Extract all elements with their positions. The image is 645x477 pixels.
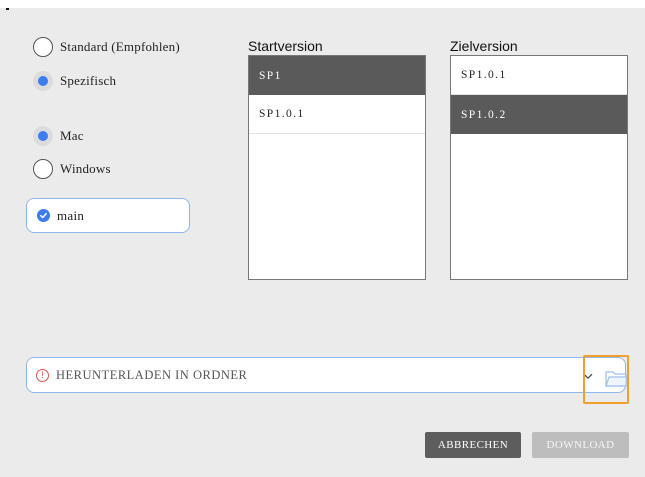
target-version-item[interactable]: SP1.0.1 bbox=[451, 56, 627, 95]
window-top-bar bbox=[0, 0, 645, 8]
radio-mac[interactable]: Mac bbox=[33, 126, 84, 146]
download-button[interactable]: DOWNLOAD bbox=[532, 432, 629, 458]
radio-indicator bbox=[33, 37, 53, 57]
radio-standard-label: Standard (Empfohlen) bbox=[60, 39, 180, 54]
exclamation-circle-icon: ! bbox=[36, 369, 49, 382]
radio-standard[interactable]: Standard (Empfohlen) bbox=[33, 37, 180, 57]
radio-mac-label: Mac bbox=[60, 128, 84, 143]
radio-specific[interactable]: Spezifisch bbox=[33, 71, 116, 91]
checkmark-icon bbox=[37, 209, 50, 222]
cancel-button[interactable]: ABBRECHEN bbox=[425, 432, 521, 458]
start-version-item[interactable]: SP1.0.1 bbox=[249, 95, 425, 134]
radio-windows[interactable]: Windows bbox=[33, 159, 111, 179]
start-version-title: Startversion bbox=[248, 38, 323, 54]
branch-checkbox[interactable]: main bbox=[26, 198, 190, 233]
download-folder-placeholder: HERUNTERLADEN IN ORDNER bbox=[56, 368, 248, 382]
target-version-title: Zielversion bbox=[450, 38, 518, 54]
radio-specific-label: Spezifisch bbox=[60, 73, 117, 88]
download-folder-field[interactable]: ! HERUNTERLADEN IN ORDNER bbox=[26, 357, 626, 393]
radio-indicator bbox=[33, 126, 53, 146]
radio-windows-label: Windows bbox=[60, 161, 111, 176]
window-corner-mark bbox=[6, 8, 9, 10]
start-version-item[interactable]: SP1 bbox=[249, 56, 425, 95]
radio-indicator bbox=[33, 159, 53, 179]
target-version-list: SP1.0.1 SP1.0.2 bbox=[450, 55, 628, 280]
folder-icon bbox=[605, 371, 627, 387]
start-version-list: SP1 SP1.0.1 bbox=[248, 55, 426, 280]
target-version-item[interactable]: SP1.0.2 bbox=[451, 95, 627, 134]
radio-indicator bbox=[33, 71, 53, 91]
branch-label: main bbox=[57, 207, 85, 223]
